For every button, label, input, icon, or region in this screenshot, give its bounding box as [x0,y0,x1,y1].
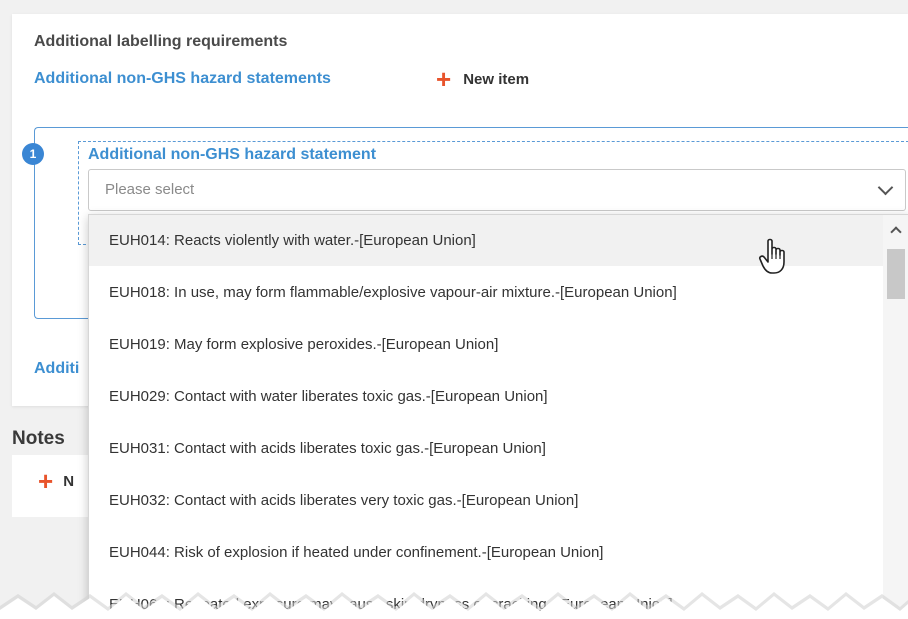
hand-cursor-icon [759,238,785,274]
scroll-thumb[interactable] [887,249,905,299]
screenshot-stage: Additional labelling requirements Additi… [0,0,908,619]
hazard-statement-label: Additional non-GHS hazard statement [88,146,377,163]
plus-icon: + [38,466,54,496]
notes-title: Notes [12,428,65,449]
dropdown-option[interactable]: EUH032: Contact with acids liberates ver… [89,475,883,526]
hazard-statement-select[interactable]: Please select [88,169,906,211]
section-title: Additional labelling requirements [34,33,288,50]
scroll-up-arrow-icon[interactable] [890,226,902,238]
item-number-badge: 1 [22,143,44,165]
notes-new-item-button[interactable]: + N [38,468,74,494]
dropdown-option[interactable]: EUH031: Contact with acids liberates tox… [89,423,883,474]
new-item-button[interactable]: + New item [436,66,529,92]
dropdown-option[interactable]: EUH044: Risk of explosion if heated unde… [89,527,883,578]
torn-edge-decoration [0,592,908,619]
non-ghs-statements-link[interactable]: Additional non-GHS hazard statements [34,70,331,88]
dropdown-scrollbar[interactable] [883,215,908,619]
new-item-label: New item [463,70,530,88]
additional-link-partial[interactable]: Additi [34,360,79,378]
chevron-down-icon [877,179,894,196]
dropdown-option[interactable]: EUH029: Contact with water liberates tox… [89,371,883,422]
dropdown-option[interactable]: EUH019: May form explosive peroxides.-[E… [89,319,883,370]
select-placeholder: Please select [105,181,195,198]
notes-new-item-label: N [63,472,75,490]
plus-icon: + [436,64,452,94]
